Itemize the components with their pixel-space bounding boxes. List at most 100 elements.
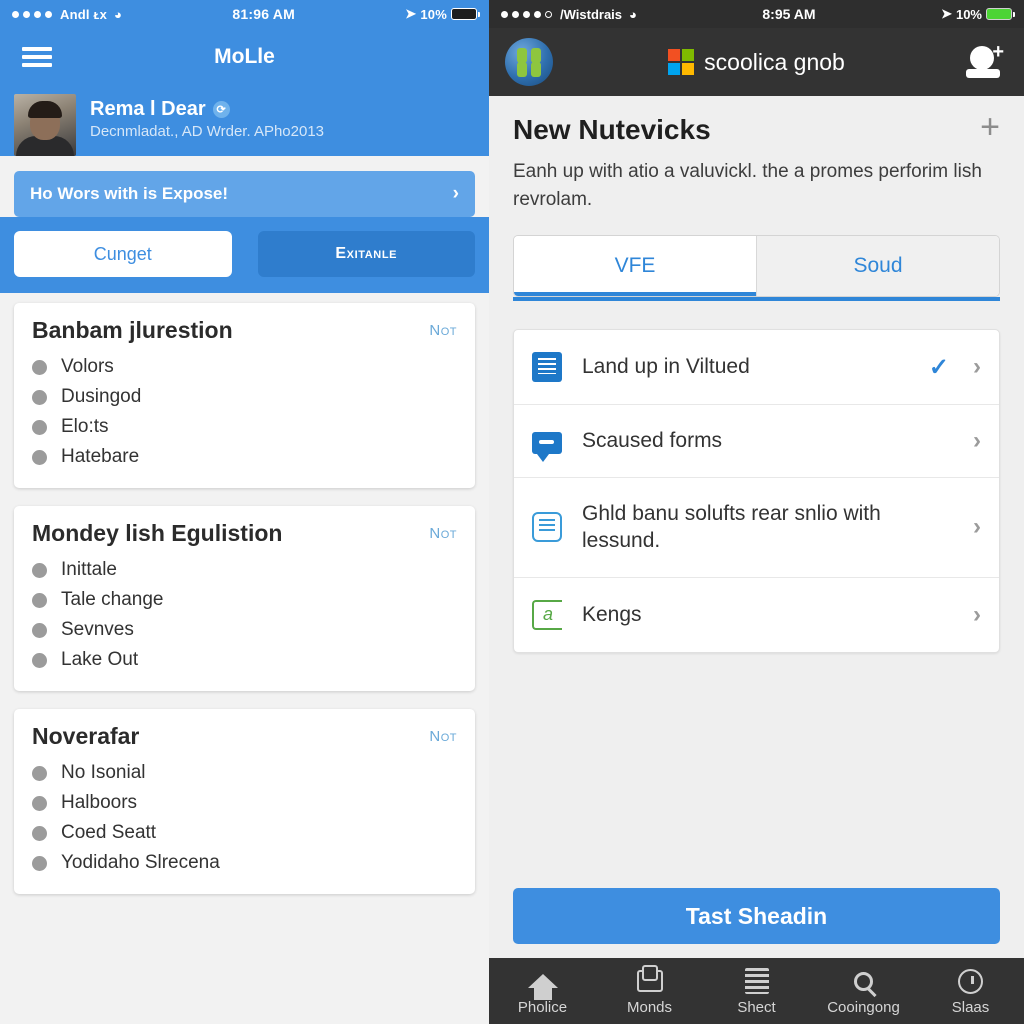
tab-pholice[interactable]: Pholice bbox=[489, 966, 596, 1016]
signal-dot bbox=[512, 10, 519, 18]
bullet-icon bbox=[32, 562, 47, 578]
tab-underline bbox=[513, 297, 1000, 302]
carrier-label: /Wistdrais bbox=[560, 6, 623, 22]
left-nav-bar: MoLle bbox=[0, 28, 489, 86]
battery-icon bbox=[986, 8, 1015, 20]
profile-header: Rema l Dear ⟳ Decnmladat., AD Wrder. APh… bbox=[0, 86, 489, 156]
wifi-icon: ◕ bbox=[629, 6, 637, 22]
bullet-icon bbox=[32, 389, 47, 405]
list-item-label: Scaused forms bbox=[582, 429, 723, 453]
left-phone-screen: Andl ᴌx ◕ 81:96 AM ➤ 10% MoLle Rema l De… bbox=[0, 0, 489, 1024]
list-item-label: Halboors bbox=[61, 792, 138, 813]
tab-soud[interactable]: Soud bbox=[756, 236, 999, 297]
profile-name-row: Rema l Dear ⟳ bbox=[90, 98, 324, 121]
card-item-list: Inittale Tale change Sevnves Lake Out bbox=[32, 555, 457, 675]
battery-percent-label: 10% bbox=[420, 6, 447, 22]
section-header: New Nutevicks + bbox=[513, 110, 1000, 146]
secondary-button[interactable]: Exitanle bbox=[257, 231, 475, 277]
microsoft-logo bbox=[668, 49, 695, 75]
list-item[interactable]: Coed Seatt bbox=[32, 818, 457, 848]
list-item-label: Dusingod bbox=[61, 386, 142, 407]
bullet-icon bbox=[32, 359, 47, 375]
tab-shect[interactable]: Shect bbox=[703, 966, 810, 1016]
signal-dot-empty bbox=[545, 10, 552, 18]
list-item-label: Hatebare bbox=[61, 446, 140, 467]
card-title: Banbam jlurestion bbox=[32, 317, 233, 343]
brand-block: scoolica gnob bbox=[489, 49, 1024, 76]
list-item[interactable]: Dusingod bbox=[32, 382, 457, 412]
add-icon[interactable]: + bbox=[980, 110, 1000, 144]
right-phone-screen: /Wistdrais ◕ 8:95 AM ➤ 10% scoolica gnob bbox=[489, 0, 1024, 1024]
signal-dot bbox=[534, 10, 541, 18]
tab-slaas[interactable]: Slaas bbox=[917, 966, 1024, 1016]
bullet-icon bbox=[32, 825, 47, 841]
text-a-icon: a bbox=[532, 599, 562, 630]
clock-icon bbox=[958, 966, 983, 996]
list-item[interactable]: Ghld banu solufts rear snlio with lessun… bbox=[514, 478, 999, 578]
list-item[interactable]: Inittale bbox=[32, 555, 457, 585]
search-icon bbox=[854, 966, 873, 996]
signal-dot bbox=[501, 10, 508, 18]
profile-subtitle: Decnmladat., AD Wrder. APho2013 bbox=[90, 123, 325, 140]
tab-monds[interactable]: Monds bbox=[596, 965, 703, 1016]
list-item-label: Volors bbox=[61, 356, 114, 377]
cta-button[interactable]: Tast Sheadin bbox=[513, 888, 1000, 944]
status-right: ➤ 10% bbox=[941, 6, 1015, 22]
signal-and-carrier: Andl ᴌx ◕ bbox=[12, 7, 122, 22]
cards-scroll-area[interactable]: Banbam jlurestion Not Volors Dusingod El… bbox=[0, 293, 489, 1024]
globe-icon[interactable] bbox=[505, 38, 553, 86]
clock-label: 8:95 AM bbox=[762, 6, 816, 22]
list-item[interactable]: Land up in Viltued ✓ › bbox=[514, 330, 999, 406]
list-item-label: Sevnves bbox=[61, 619, 134, 640]
tab-cooingong[interactable]: Cooingong bbox=[810, 966, 917, 1016]
tab-label: Shect bbox=[737, 999, 776, 1016]
promo-banner[interactable]: Ho Wors with is Expose! › bbox=[14, 171, 475, 217]
hamburger-icon[interactable] bbox=[22, 43, 52, 71]
profile-text: Rema l Dear ⟳ Decnmladat., AD Wrder. APh… bbox=[90, 94, 324, 140]
list-item[interactable]: a Kengs › bbox=[514, 578, 999, 652]
card-action-link[interactable]: Not bbox=[429, 317, 457, 339]
card-title: Noverafar bbox=[32, 723, 140, 749]
card-item-list: No Isonial Halboors Coed Seatt Yodidaho … bbox=[32, 758, 457, 878]
primary-button[interactable]: Cunget bbox=[14, 231, 232, 277]
bullet-icon bbox=[32, 622, 47, 638]
card-action-link[interactable]: Not bbox=[429, 723, 457, 745]
signal-dot bbox=[523, 10, 530, 18]
tab-vfe[interactable]: VFE bbox=[514, 236, 756, 297]
tab-label: Cooingong bbox=[827, 999, 900, 1016]
list-item[interactable]: Sevnves bbox=[32, 615, 457, 645]
list-item[interactable]: Yodidaho Slrecena bbox=[32, 848, 457, 878]
carrier-label: Andl ᴌx bbox=[60, 6, 108, 22]
list-item-label: Lake Out bbox=[61, 649, 139, 670]
bottom-tab-bar: Pholice Monds Shect Cooingong Slaas bbox=[489, 958, 1024, 1024]
card-action-link[interactable]: Not bbox=[429, 520, 457, 542]
person-add-icon[interactable]: + bbox=[964, 42, 1008, 82]
battery-icon bbox=[451, 8, 480, 20]
list-item[interactable]: Lake Out bbox=[32, 645, 457, 675]
list-item[interactable]: Tale change bbox=[32, 585, 457, 615]
list-item[interactable]: Halboors bbox=[32, 788, 457, 818]
signal-dot bbox=[45, 10, 52, 18]
status-right: ➤ 10% bbox=[405, 6, 480, 22]
list-item[interactable]: Volors bbox=[32, 352, 457, 382]
list-item[interactable]: Scaused forms › bbox=[514, 405, 999, 479]
list-item[interactable]: Hatebare bbox=[32, 442, 457, 472]
brand-label: scoolica gnob bbox=[704, 48, 845, 75]
signal-dot bbox=[23, 10, 30, 18]
chat-icon bbox=[532, 431, 562, 462]
board-icon bbox=[636, 965, 663, 996]
list-item[interactable]: Elo:ts bbox=[32, 412, 457, 442]
bullet-icon bbox=[32, 419, 47, 435]
location-arrow-icon: ➤ bbox=[405, 6, 417, 21]
tab-label: Pholice bbox=[517, 999, 568, 1016]
list-item-label: Coed Seatt bbox=[61, 822, 157, 843]
list-item[interactable]: No Isonial bbox=[32, 758, 457, 788]
section-description: Eanh up with atio a valuvickl. the a pro… bbox=[513, 161, 982, 210]
section-title: New Nutevicks bbox=[513, 114, 711, 145]
signal-dot bbox=[12, 10, 19, 18]
action-buttons: Cunget Exitanle bbox=[0, 217, 489, 293]
page-title: MoLle bbox=[214, 45, 275, 68]
card-header: Banbam jlurestion Not bbox=[32, 317, 457, 344]
right-footer: Tast Sheadin bbox=[489, 888, 1024, 958]
chevron-right-icon: › bbox=[973, 427, 981, 455]
